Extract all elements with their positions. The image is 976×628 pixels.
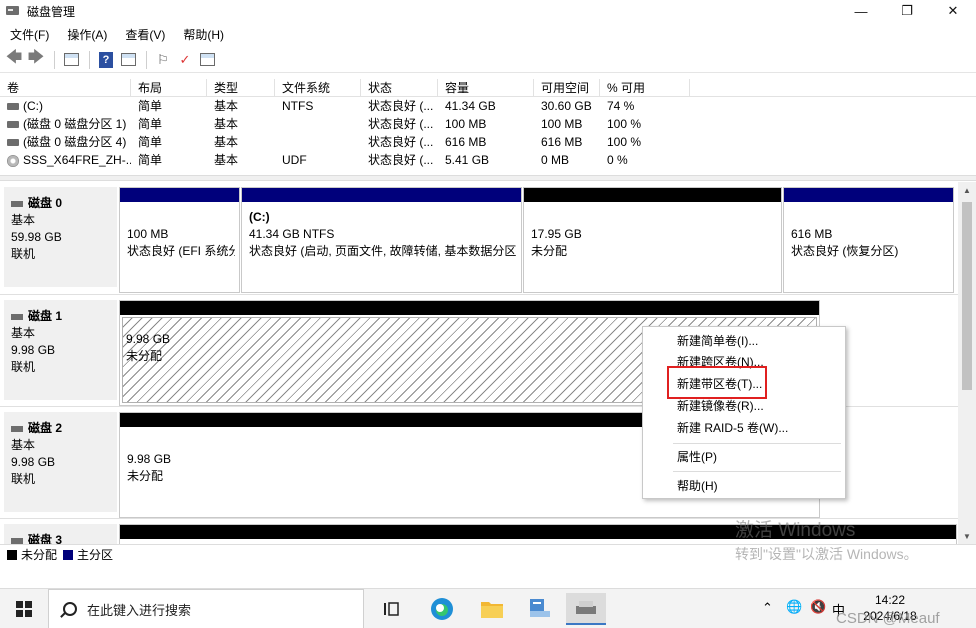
disk-mgmt-taskbar-icon[interactable] [566, 593, 606, 625]
windows-logo-icon [16, 601, 32, 617]
table-row[interactable]: (磁盘 0 磁盘分区 4) 简单 基本 状态良好 (... 616 MB 616… [0, 133, 976, 151]
menu-new-mirrored-volume[interactable]: 新建镜像卷(R)... [677, 396, 764, 416]
checklist-icon[interactable]: ✓ [175, 50, 195, 70]
scroll-down-icon[interactable]: ▼ [958, 528, 976, 544]
activation-watermark: 激活 Windows 转到"设置"以激活 Windows。 [735, 520, 918, 562]
menu-file[interactable]: 文件(F) [0, 26, 57, 43]
disk-row-0: 磁盘 0 基本 59.98 GB 联机 100 MB 状态良好 (EFI 系统分… [0, 182, 958, 294]
show-hide-console-icon[interactable] [61, 50, 81, 70]
taskbar-search[interactable]: 在此键入进行搜索 [48, 589, 364, 628]
volume-list-header: 卷 布局 类型 文件系统 状态 容量 可用空间 % 可用 [0, 79, 976, 97]
menu-help[interactable]: 帮助(H) [173, 26, 232, 43]
col-capacity[interactable]: 容量 [438, 79, 534, 96]
taskbar: 在此键入进行搜索 ⌃ 🌐 🔇 中 14:22 2024/6/18 [0, 588, 976, 628]
volume-list: 卷 布局 类型 文件系统 状态 容量 可用空间 % 可用 (C:) 简单 基本 … [0, 79, 976, 175]
disk-info-0[interactable]: 磁盘 0 基本 59.98 GB 联机 [4, 187, 117, 287]
disk-info-3[interactable]: 磁盘 3 [4, 524, 117, 544]
col-volume[interactable]: 卷 [0, 79, 131, 96]
col-layout[interactable]: 布局 [131, 79, 207, 96]
partition-recovery[interactable]: 616 MB 状态良好 (恢复分区) [783, 187, 954, 293]
scroll-up-icon[interactable]: ▲ [958, 182, 976, 198]
disk-info-2[interactable]: 磁盘 2 基本 9.98 GB 联机 [4, 412, 117, 512]
partition-c[interactable]: (C:) 41.34 GB NTFS 状态良好 (启动, 页面文件, 故障转储,… [241, 187, 522, 293]
col-free-space[interactable]: 可用空间 [534, 79, 600, 96]
unallocated-swatch [7, 549, 17, 560]
disk-icon [11, 313, 23, 320]
col-status[interactable]: 状态 [361, 79, 438, 96]
tray-chevron-up-icon[interactable]: ⌃ [762, 600, 773, 616]
drive-icon [7, 139, 19, 147]
network-icon[interactable]: 🌐 [786, 599, 802, 615]
drive-icon [7, 103, 19, 111]
disk-info-1[interactable]: 磁盘 1 基本 9.98 GB 联机 [4, 300, 117, 400]
forward-arrow-icon[interactable]: 🡆 [26, 49, 46, 70]
edge-icon[interactable] [422, 593, 462, 625]
close-button[interactable]: ✕ [930, 0, 976, 22]
drive-icon [7, 121, 19, 129]
start-button[interactable] [0, 589, 48, 628]
disk-icon [11, 200, 23, 207]
context-menu: 新建简单卷(I)... 新建跨区卷(N)... 新建带区卷(T)... 新建镜像… [642, 326, 846, 499]
table-row[interactable]: (磁盘 0 磁盘分区 1) 简单 基本 状态良好 (... 100 MB 100… [0, 115, 976, 133]
menu-new-raid5-volume[interactable]: 新建 RAID-5 卷(W)... [677, 418, 788, 438]
cd-drive-icon [7, 154, 19, 167]
table-row[interactable]: SSS_X64FRE_ZH-... 简单 基本 UDF 状态良好 (... 5.… [0, 151, 976, 169]
menu-new-simple-volume[interactable]: 新建简单卷(I)... [677, 331, 758, 351]
highlight-annotation [667, 366, 767, 399]
properties-icon[interactable] [197, 50, 217, 70]
volume-muted-icon[interactable]: 🔇 [810, 599, 826, 615]
table-row[interactable]: (C:) 简单 基本 NTFS 状态良好 (... 41.34 GB 30.60… [0, 97, 976, 115]
disk-icon [11, 537, 23, 544]
col-percent-free[interactable]: % 可用 [600, 79, 690, 96]
col-filesystem[interactable]: 文件系统 [275, 79, 361, 96]
menu-view[interactable]: 查看(V) [115, 26, 173, 43]
menu-bar: 文件(F) 操作(A) 查看(V) 帮助(H) [0, 24, 232, 44]
scroll-thumb[interactable] [962, 202, 972, 390]
action-pane-icon[interactable] [118, 50, 138, 70]
menu-help-item[interactable]: 帮助(H) [677, 476, 718, 496]
maximize-button[interactable]: ❐ [884, 0, 930, 22]
col-type[interactable]: 类型 [207, 79, 275, 96]
connect-icon[interactable]: ⚐ [153, 50, 173, 70]
search-icon [63, 602, 77, 616]
csdn-overlay: CSDN @Meauf [836, 610, 940, 627]
primary-swatch [63, 549, 74, 560]
title-bar: 磁盘管理 — ❐ ✕ [0, 0, 976, 22]
disk-view-scrollbar[interactable]: ▲ ▼ [958, 182, 976, 544]
disk-management-icon [5, 4, 21, 18]
pane-splitter[interactable] [0, 175, 976, 181]
server-manager-icon[interactable] [520, 593, 560, 625]
file-explorer-icon[interactable] [472, 593, 512, 625]
window-title: 磁盘管理 [27, 4, 76, 19]
toolbar: 🡄 🡆 ? ⚐ ✓ [0, 47, 976, 73]
back-arrow-icon[interactable]: 🡄 [4, 49, 24, 70]
help-icon[interactable]: ? [96, 50, 116, 70]
task-view-icon[interactable] [372, 593, 412, 625]
minimize-button[interactable]: — [838, 0, 884, 22]
menu-properties[interactable]: 属性(P) [677, 447, 717, 467]
menu-action[interactable]: 操作(A) [57, 26, 115, 43]
partition-unallocated-0[interactable]: 17.95 GB 未分配 [523, 187, 782, 293]
disk-icon [11, 425, 23, 432]
partition-efi[interactable]: 100 MB 状态良好 (EFI 系统分 [119, 187, 240, 293]
